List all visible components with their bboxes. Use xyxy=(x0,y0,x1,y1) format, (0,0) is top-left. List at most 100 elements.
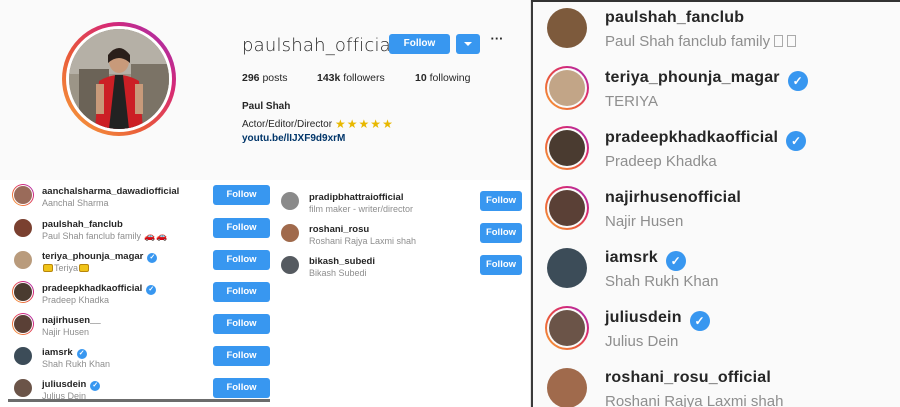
list-item: najirhusen__ Najir Husen Follow xyxy=(8,309,270,339)
username[interactable]: iamsrk ✓ xyxy=(605,249,686,271)
list-item: juliusdein ✓ Julius Dein Follow xyxy=(8,373,270,402)
avatar[interactable] xyxy=(12,184,34,206)
star-rating-icon: ★★★★★ xyxy=(335,117,394,131)
profile-header: paulshah_official Follow ··· 296 posts 1… xyxy=(0,0,530,180)
username[interactable]: juliusdein ✓ xyxy=(42,379,101,391)
full-name: film maker - writer/director xyxy=(309,204,414,214)
following-list-large: paulshah_fanclub Paul Shah fanclub famil… xyxy=(530,0,900,407)
profile-bio: Actor/Editor/Director ★★★★★ xyxy=(242,117,394,131)
profile-avatar[interactable] xyxy=(69,29,169,129)
full-name: Julius Dein xyxy=(605,333,679,350)
profile-full-name: Paul Shah xyxy=(242,101,291,112)
full-name: Pradeep Khadka xyxy=(605,153,717,170)
follow-button[interactable]: Follow xyxy=(480,191,522,211)
follow-button[interactable]: Follow xyxy=(213,185,270,205)
username[interactable]: juliusdein ✓ xyxy=(605,309,710,331)
list-item: najirhusenofficial Najir Husen xyxy=(531,178,900,238)
following-count[interactable]: 10 following xyxy=(415,72,470,84)
full-name: Shah Rukh Khan xyxy=(42,359,111,369)
avatar[interactable] xyxy=(545,66,589,110)
verified-badge-icon: ✓ xyxy=(146,285,157,295)
avatar[interactable] xyxy=(12,217,34,239)
full-name: Paul Shah fanclub family xyxy=(605,33,797,50)
avatar[interactable] xyxy=(279,222,301,244)
full-name: Roshani Rajya Laxmi shah xyxy=(605,393,784,407)
verified-badge-icon: ✓ xyxy=(90,381,101,391)
avatar[interactable] xyxy=(545,126,589,170)
avatar[interactable] xyxy=(12,281,34,303)
username[interactable]: roshani_rosu xyxy=(309,224,369,235)
avatar[interactable] xyxy=(279,254,301,276)
username[interactable]: bikash_subedi xyxy=(309,256,375,267)
posts-count: 296 posts xyxy=(242,72,288,84)
follow-button[interactable]: Follow xyxy=(213,314,270,334)
verified-badge-icon: ✓ xyxy=(787,71,808,91)
list-item: teriya_phounja_magar ✓ Teriya Follow xyxy=(8,245,270,275)
username[interactable]: paulshah_fanclub xyxy=(605,9,744,27)
username[interactable]: pradeepkhadkaofficial ✓ xyxy=(605,129,807,151)
full-name: Paul Shah fanclub family 🚗🚗 xyxy=(42,231,169,241)
username[interactable]: aanchalsharma_dawadiofficial xyxy=(42,186,179,197)
username[interactable]: najirhusenofficial xyxy=(605,189,741,207)
list-item: aanchalsharma_dawadiofficial Aanchal Sha… xyxy=(8,180,270,210)
full-name: Najir Husen xyxy=(42,327,90,337)
full-name: Bikash Subedi xyxy=(309,268,367,278)
follow-button[interactable]: Follow xyxy=(213,282,270,302)
avatar[interactable] xyxy=(545,6,589,50)
follow-button[interactable]: Follow xyxy=(213,250,270,270)
avatar[interactable] xyxy=(12,377,34,399)
list-item: paulshah_fanclub Paul Shah fanclub famil… xyxy=(8,213,270,243)
crown-emoji-icon xyxy=(79,264,90,272)
avatar[interactable] xyxy=(12,249,34,271)
username[interactable]: najirhusen__ xyxy=(42,315,101,326)
list-item: roshani_rosu Roshani Rajya Laxmi shah Fo… xyxy=(275,218,537,248)
more-options-icon[interactable]: ··· xyxy=(490,32,504,48)
username[interactable]: pradeepkhadkaofficial ✓ xyxy=(42,283,157,295)
full-name: Shah Rukh Khan xyxy=(605,273,719,290)
list-item: teriya_phounja_magar ✓ TERIYA xyxy=(531,58,900,118)
username[interactable]: iamsrk ✓ xyxy=(42,347,87,359)
username[interactable]: teriya_phounja_magar ✓ xyxy=(605,69,808,91)
follow-button[interactable]: Follow xyxy=(480,255,522,275)
follow-button[interactable]: Follow xyxy=(213,378,270,398)
full-name: TERIYA xyxy=(605,93,659,110)
verified-badge-icon: ✓ xyxy=(689,311,710,331)
follow-button[interactable]: Follow xyxy=(213,346,270,366)
missing-glyph-icon xyxy=(787,35,797,47)
following-list-small: aanchalsharma_dawadiofficial Aanchal Sha… xyxy=(8,180,270,402)
missing-glyph-icon xyxy=(774,35,784,47)
verified-badge-icon: ✓ xyxy=(76,349,87,359)
list-item: juliusdein ✓ Julius Dein xyxy=(531,298,900,358)
profile-link[interactable]: youtu.be/lIJXF9d9xrM xyxy=(242,133,345,144)
list-item: roshani_rosu_official Roshani Rajya Laxm… xyxy=(531,358,900,407)
list-item: iamsrk ✓ Shah Rukh Khan xyxy=(531,238,900,298)
avatar[interactable] xyxy=(12,313,34,335)
username[interactable]: roshani_rosu_official xyxy=(605,369,771,387)
verified-badge-icon: ✓ xyxy=(147,253,158,263)
full-name: Pradeep Khadka xyxy=(42,295,110,305)
avatar[interactable] xyxy=(12,345,34,367)
verified-badge-icon: ✓ xyxy=(786,131,807,151)
avatar[interactable] xyxy=(545,246,589,290)
follow-button[interactable]: Follow xyxy=(480,223,522,243)
list-item: pradeepkhadkaofficial ✓ Pradeep Khadka Fo… xyxy=(8,277,270,307)
profile-username: paulshah_official xyxy=(242,35,397,56)
avatar[interactable] xyxy=(545,306,589,350)
username[interactable]: paulshah_fanclub xyxy=(42,219,123,230)
followers-count[interactable]: 143k followers xyxy=(317,72,385,84)
follow-button[interactable]: Follow xyxy=(389,34,450,54)
list-item: iamsrk ✓ Shah Rukh Khan Follow xyxy=(8,341,270,371)
username[interactable]: teriya_phounja_magar ✓ xyxy=(42,251,158,263)
full-name: Roshani Rajya Laxmi shah xyxy=(309,236,417,246)
full-name: Najir Husen xyxy=(605,213,684,230)
avatar[interactable] xyxy=(279,190,301,212)
follow-button[interactable]: Follow xyxy=(213,218,270,238)
scrollbar[interactable] xyxy=(8,399,270,402)
list-item: pradeepkhadkaofficial ✓ Pradeep Khadka xyxy=(531,118,900,178)
avatar[interactable] xyxy=(545,186,589,230)
list-item: bikash_subedi Bikash Subedi Follow xyxy=(275,250,537,280)
crown-emoji-icon xyxy=(43,264,53,272)
username[interactable]: pradipbhattraiofficial xyxy=(309,192,403,203)
follow-dropdown-button[interactable] xyxy=(456,34,480,54)
avatar[interactable] xyxy=(545,366,589,407)
